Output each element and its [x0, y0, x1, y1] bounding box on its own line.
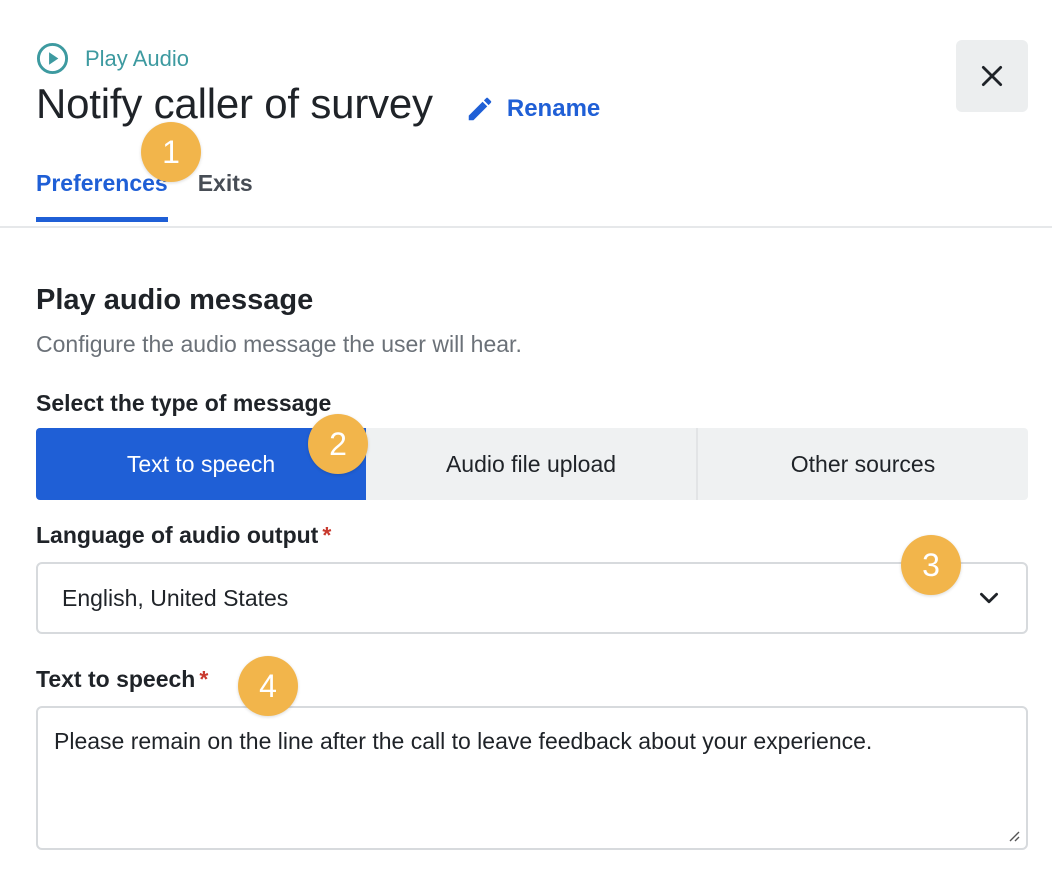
tts-text-value: Please remain on the line after the call… [54, 728, 873, 754]
pencil-icon [468, 97, 492, 121]
required-marker: * [322, 522, 332, 548]
callout-badge-1: 1 [141, 122, 201, 182]
chevron-down-icon [980, 592, 998, 604]
option-audio-file-upload[interactable]: Audio file upload [366, 428, 696, 500]
tts-label-text: Text to speech [36, 666, 196, 692]
language-select[interactable]: English, United States [36, 562, 1028, 634]
play-circle-icon [36, 42, 69, 75]
required-marker: * [199, 666, 209, 692]
page-title: Notify caller of survey [36, 80, 433, 127]
callout-badge-4: 4 [238, 656, 298, 716]
language-select-value: English, United States [62, 584, 289, 611]
tab-preferences[interactable]: Preferences [36, 170, 168, 222]
message-type-label: Select the type of message [36, 390, 332, 416]
tab-bar: Preferences Exits [36, 170, 253, 222]
language-label: Language of audio output * [36, 522, 331, 549]
node-type-label: Play Audio [85, 45, 189, 71]
title-row: Notify caller of survey Rename [36, 80, 600, 128]
rename-label: Rename [506, 95, 601, 122]
section-description: Configure the audio message the user wil… [36, 331, 522, 357]
message-type-selector: Text to speech Audio file upload Other s… [36, 428, 1028, 500]
node-type-row: Play Audio [36, 42, 189, 75]
option-other-sources[interactable]: Other sources [696, 428, 1028, 500]
close-icon [981, 65, 1003, 87]
close-button[interactable] [956, 40, 1028, 112]
play-audio-panel: Play Audio Notify caller of survey Renam… [0, 0, 1052, 884]
resize-handle-icon[interactable] [1006, 828, 1020, 842]
rename-button[interactable]: Rename [465, 94, 600, 124]
callout-badge-3: 3 [901, 535, 961, 595]
section-title: Play audio message [36, 284, 314, 316]
language-label-text: Language of audio output [36, 522, 319, 548]
tab-divider [0, 226, 1052, 228]
tab-exits[interactable]: Exits [198, 170, 253, 222]
tts-textarea[interactable]: Please remain on the line after the call… [36, 706, 1028, 850]
callout-badge-2: 2 [308, 414, 368, 474]
tts-label: Text to speech * [36, 666, 208, 693]
